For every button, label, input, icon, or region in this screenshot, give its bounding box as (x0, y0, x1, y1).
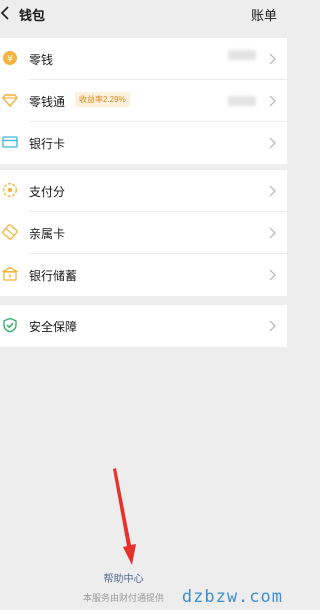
coin-icon: ¥ (3, 51, 17, 65)
list-item-label: 零钱 (29, 53, 54, 67)
score-icon (3, 183, 17, 197)
page-title: 钱包 (19, 8, 46, 23)
chevron-right-icon (269, 269, 276, 281)
list-item-change[interactable]: ¥ 零钱 (0, 38, 287, 80)
hidden-balance (228, 50, 256, 60)
help-center-link[interactable]: 帮助中心 (0, 570, 247, 585)
balance-section: ¥ 零钱 零钱通 银行卡 (0, 38, 287, 164)
family-card-icon (2, 224, 18, 240)
hidden-balance (228, 96, 256, 106)
chevron-right-icon (269, 227, 276, 239)
list-item-security[interactable]: 安全保障 (0, 305, 287, 347)
top-bar: 钱包 账单 (0, 0, 287, 28)
watermark: dzbzw.com (181, 587, 283, 607)
list-item-label: 零钱通 (29, 95, 66, 109)
chevron-right-icon (269, 95, 276, 107)
security-section: 安全保障 (0, 305, 287, 347)
list-item-label: 银行储蓄 (29, 269, 78, 283)
diamond-icon (2, 94, 18, 108)
list-item-family-card[interactable]: 亲属卡 (0, 212, 287, 254)
bank-building-icon: ¥ (2, 266, 18, 281)
bank-card-icon (2, 136, 18, 148)
list-item-bank-card[interactable]: 银行卡 (0, 122, 287, 164)
list-item-pay-score[interactable]: 支付分 (0, 170, 287, 212)
list-item-label: 银行卡 (29, 137, 66, 151)
svg-text:¥: ¥ (8, 274, 12, 281)
list-item-label: 安全保障 (29, 320, 78, 334)
list-item-lingqiantong[interactable]: 零钱通 (0, 80, 287, 122)
chevron-right-icon (269, 137, 276, 149)
svg-text:¥: ¥ (7, 55, 13, 65)
shield-check-icon (3, 317, 17, 333)
annotation-arrow-icon (113, 468, 136, 565)
bill-button[interactable]: 账单 (251, 5, 277, 24)
list-item-label: 亲属卡 (29, 227, 66, 241)
services-section: 支付分 亲属卡 ¥ 银行储蓄 (0, 170, 287, 296)
list-item-label: 支付分 (29, 185, 66, 199)
list-item-bank-savings[interactable]: ¥ 银行储蓄 (0, 254, 287, 296)
yield-badge: 收益率2.29% (75, 92, 130, 107)
chevron-right-icon (269, 53, 276, 65)
back-arrow-icon[interactable] (0, 6, 10, 20)
chevron-right-icon (269, 320, 276, 332)
chevron-right-icon (269, 185, 276, 197)
